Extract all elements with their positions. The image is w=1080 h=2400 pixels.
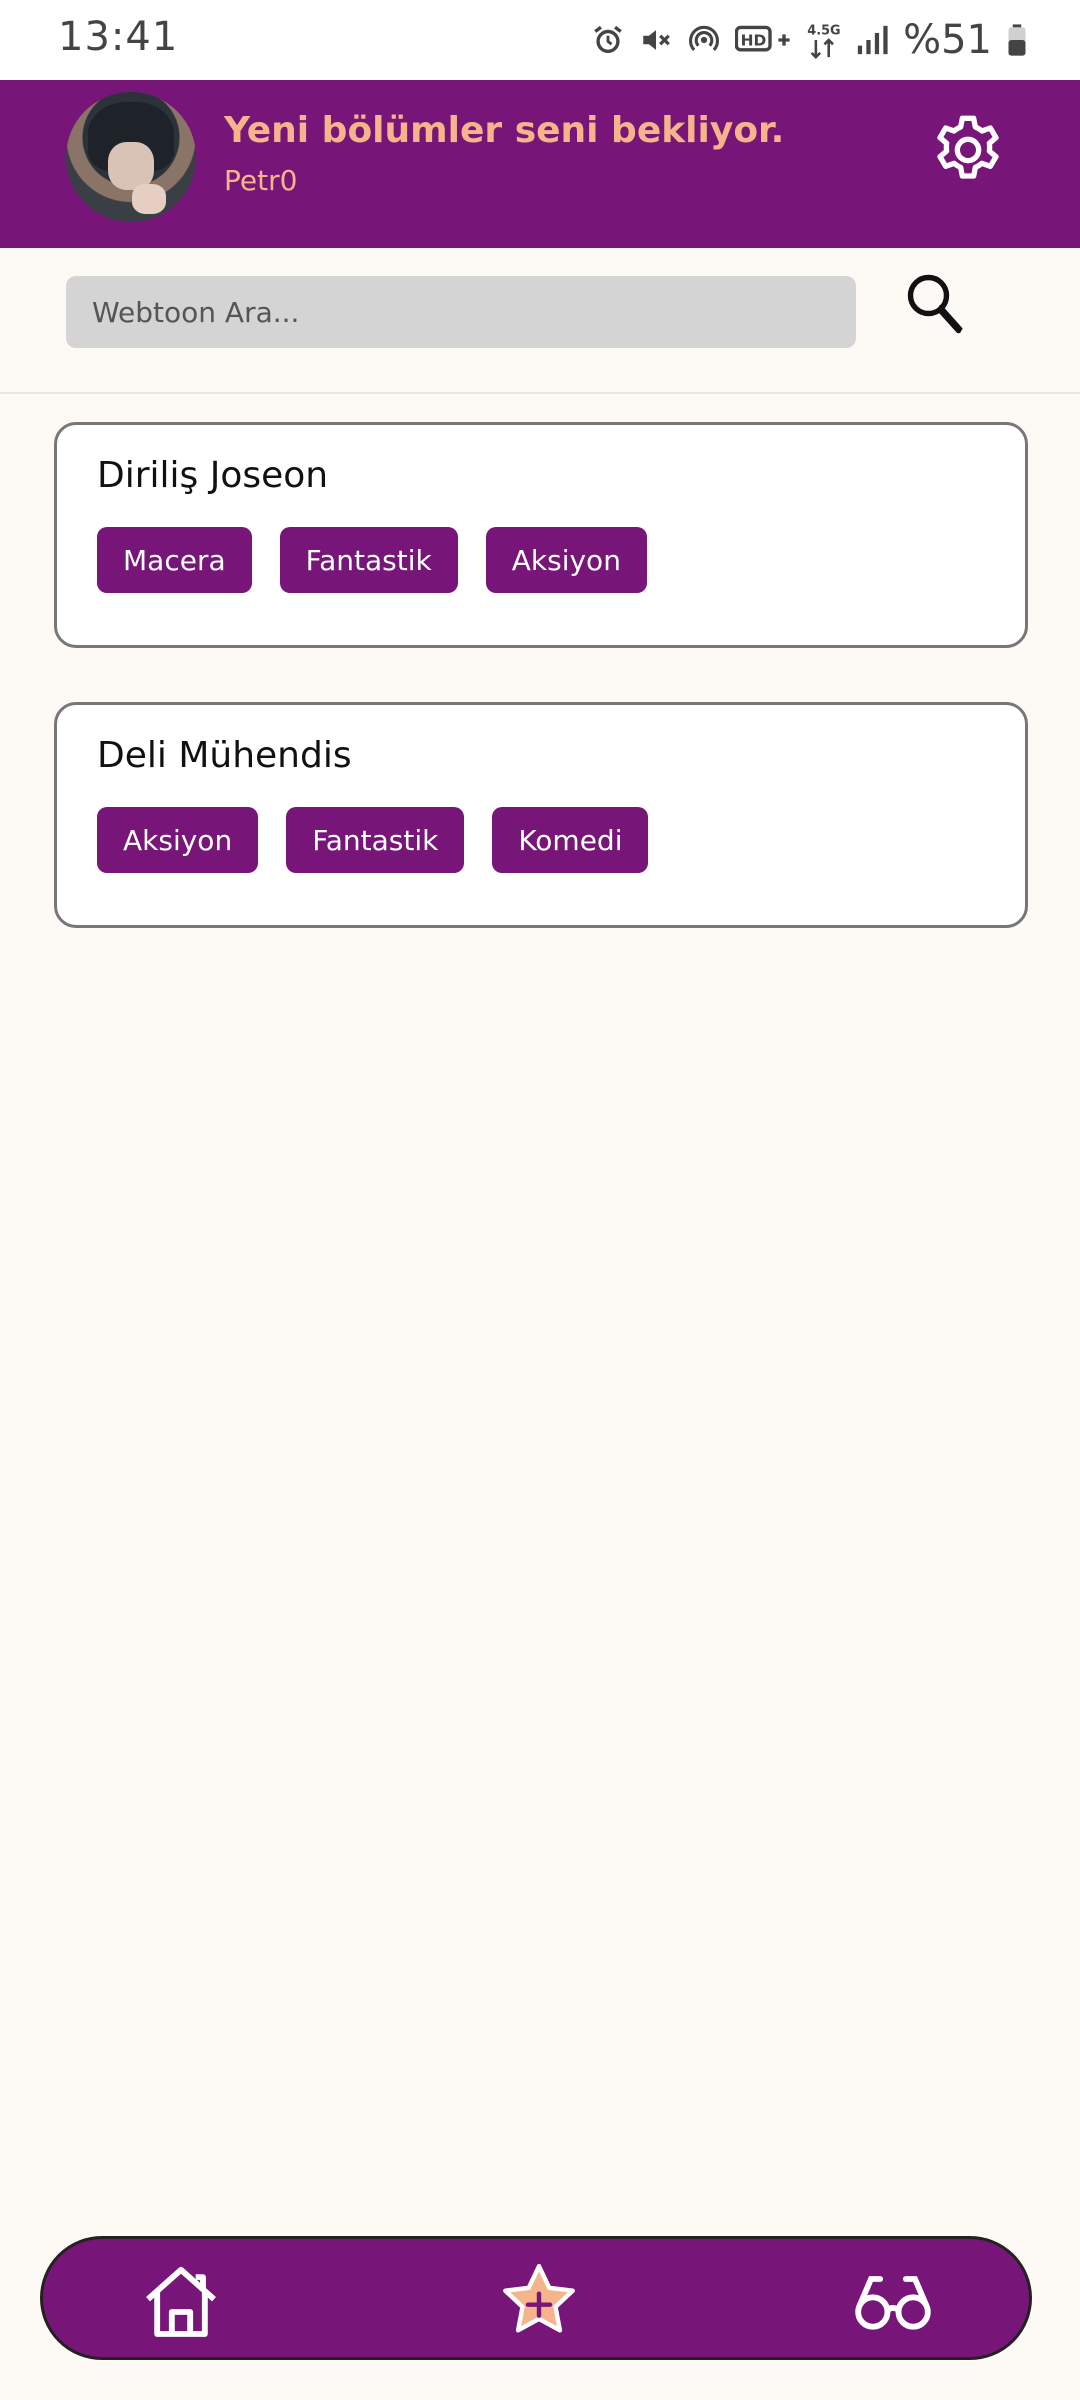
webtoon-list: Diriliş Joseon Macera Fantastik Aksiyon … [54, 422, 1028, 982]
genre-tags: Aksiyon Fantastik Komedi [97, 807, 649, 873]
favorites-star-icon [503, 2263, 575, 2333]
home-icon [146, 2266, 216, 2337]
status-icons: HD 4.5G %51 [591, 16, 1028, 64]
battery-percentage: %51 [903, 17, 992, 63]
network-4-5g-icon: 4.5G [805, 20, 841, 60]
bottom-nav [40, 2236, 1032, 2360]
alarm-icon [591, 23, 625, 57]
header-title: Yeni bölümler seni bekliyor. [224, 110, 785, 151]
genre-tag[interactable]: Fantastik [279, 527, 458, 593]
genre-tags: Macera Fantastik Aksiyon [97, 527, 647, 593]
genre-tag[interactable]: Macera [97, 527, 252, 593]
username: Petr0 [224, 164, 298, 197]
signal-icon [855, 23, 889, 57]
battery-icon [1006, 23, 1028, 57]
webtoon-card[interactable]: Diriliş Joseon Macera Fantastik Aksiyon [54, 422, 1028, 648]
status-time: 13:41 [58, 14, 179, 60]
hotspot-icon [687, 23, 721, 57]
hd-volte-icon: HD [735, 23, 791, 57]
webtoon-title: Deli Mühendis [97, 735, 352, 776]
webtoon-card[interactable]: Deli Mühendis Aksiyon Fantastik Komedi [54, 702, 1028, 928]
svg-text:HD: HD [741, 32, 767, 50]
mute-icon [639, 23, 673, 57]
genre-tag[interactable]: Aksiyon [97, 807, 259, 873]
genre-tag[interactable]: Komedi [492, 807, 649, 873]
gear-icon [937, 115, 999, 179]
status-bar: 13:41 HD 4.5G %51 [0, 0, 1080, 80]
webtoon-title: Diriliş Joseon [97, 455, 329, 496]
search-icon [907, 274, 963, 334]
genre-tag[interactable]: Aksiyon [485, 527, 647, 593]
nav-home-button[interactable] [137, 2257, 225, 2345]
search-button[interactable] [900, 270, 972, 342]
settings-button[interactable] [928, 110, 1008, 190]
avatar[interactable] [66, 92, 196, 222]
search-bar [0, 248, 1080, 394]
app-header: Yeni bölümler seni bekliyor. Petr0 [0, 80, 1080, 248]
nav-discover-button[interactable] [849, 2257, 937, 2345]
search-input[interactable] [66, 276, 856, 348]
svg-text:4.5G: 4.5G [807, 23, 840, 38]
nav-favorites-button[interactable] [495, 2257, 583, 2345]
genre-tag[interactable]: Fantastik [286, 807, 465, 873]
discover-binoculars-icon [855, 2276, 931, 2330]
